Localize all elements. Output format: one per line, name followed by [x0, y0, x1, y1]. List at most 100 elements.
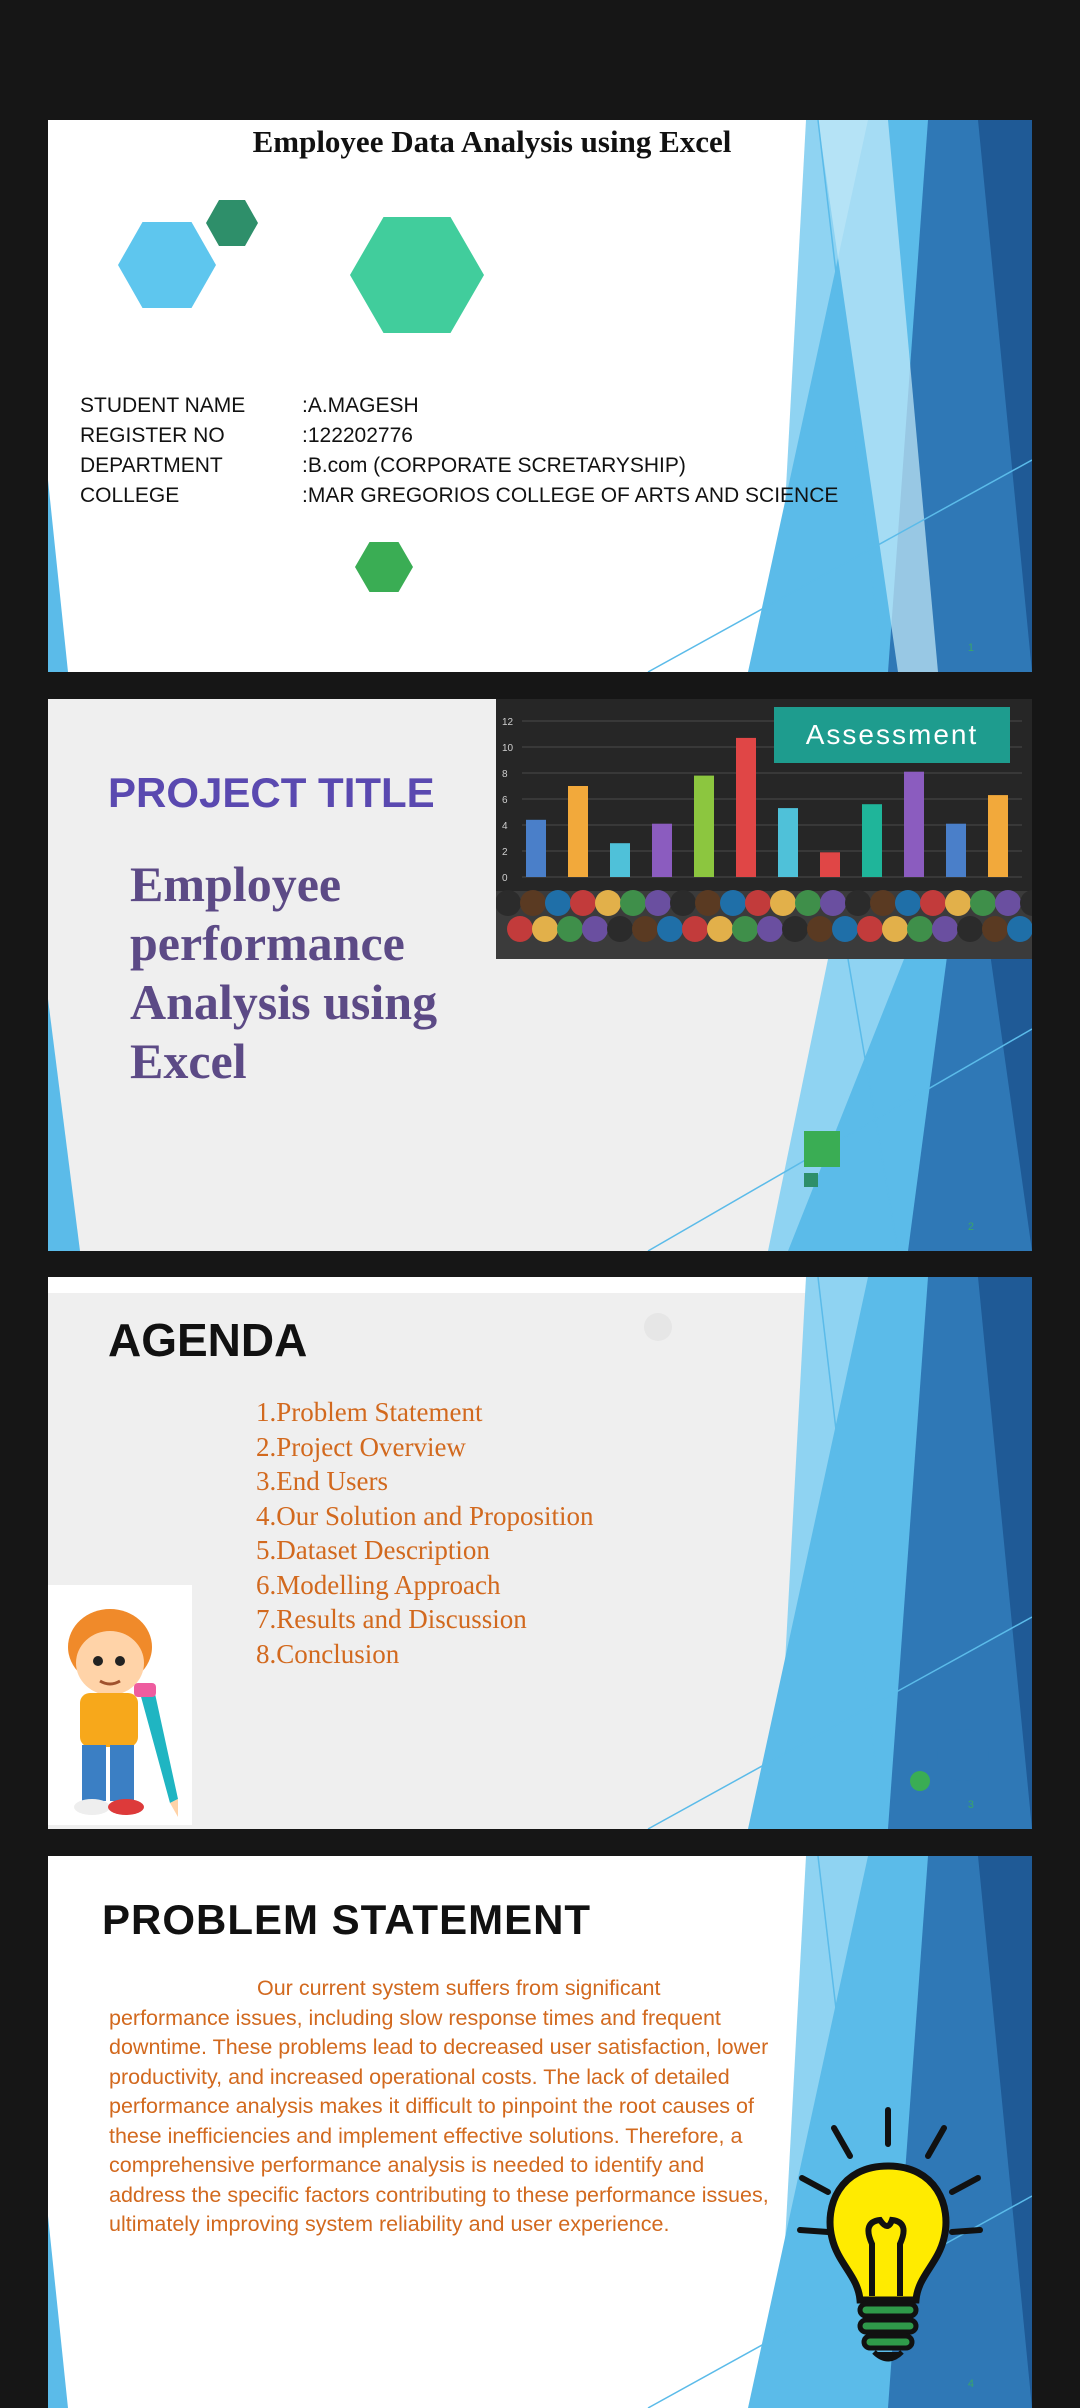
picture-tick-label: 8: [502, 769, 508, 780]
cartoon-boy-with-pencil-image: [48, 1585, 192, 1825]
audience-head: [907, 916, 933, 942]
info-row: STUDENT NAME :A.MAGESH: [80, 391, 838, 421]
info-value: :B.com (CORPORATE SCRETARYSHIP): [302, 454, 686, 477]
audience-head: [520, 890, 546, 916]
audience-head: [595, 890, 621, 916]
picture-bar: [694, 775, 714, 877]
audience-head: [932, 916, 958, 942]
info-label: DEPARTMENT: [80, 454, 223, 477]
audience-head: [532, 916, 558, 942]
picture-bar: [820, 852, 840, 877]
info-label: REGISTER NO: [80, 424, 225, 447]
picture-bar: [652, 823, 672, 877]
info-label: COLLEGE: [80, 484, 180, 507]
audience-head: [607, 916, 633, 942]
picture-bar: [568, 786, 588, 877]
audience-head: [757, 916, 783, 942]
audience-head: [957, 916, 983, 942]
section-heading: PROJECT TITLE: [108, 769, 435, 816]
slide-title: Employee Data Analysis using Excel: [252, 124, 732, 159]
slide-number: 3: [967, 1799, 974, 1811]
lightbulb-icon: [788, 2104, 1018, 2404]
audience-head: [982, 916, 1008, 942]
audience-head: [620, 890, 646, 916]
audience-head: [732, 916, 758, 942]
audience-head: [545, 890, 571, 916]
audience-head: [995, 890, 1021, 916]
agenda-item: 8.Conclusion: [256, 1638, 400, 1669]
picture-bar: [862, 804, 882, 877]
picture-bar: [736, 737, 756, 877]
agenda-item: 3.End Users: [256, 1466, 388, 1496]
project-title: Employee performance Analysis using Exce…: [130, 856, 438, 1089]
slide-number: 2: [967, 1221, 974, 1233]
audience-head: [707, 916, 733, 942]
info-row: REGISTER NO :122202776: [80, 421, 838, 451]
audience-head: [695, 890, 721, 916]
audience-crowd: [496, 890, 1032, 959]
audience-head: [507, 916, 533, 942]
audience-head: [682, 916, 708, 942]
picture-tick-label: 2: [502, 847, 508, 858]
problem-heading: PROBLEM STATEMENT: [102, 1896, 592, 1943]
picture-tick-label: 12: [502, 717, 514, 728]
picture-bar: [526, 819, 546, 877]
assessment-badge: Assessment: [774, 707, 1010, 763]
audience-head: [807, 916, 833, 942]
info-value: :122202776: [302, 424, 413, 447]
slide-3: AGENDA 1.Problem Statement 2.Project Ove…: [48, 1277, 1032, 1829]
audience-head: [845, 890, 871, 916]
info-label: STUDENT NAME: [80, 394, 246, 417]
picture-tick-label: 10: [502, 743, 514, 754]
audience-head: [632, 916, 658, 942]
audience-head: [657, 916, 683, 942]
audience-head: [570, 890, 596, 916]
picture-bar: [610, 843, 630, 877]
audience-head: [857, 916, 883, 942]
picture-bar: [904, 771, 924, 877]
agenda-item: 1.Problem Statement: [256, 1397, 483, 1427]
audience-head: [945, 890, 971, 916]
student-info: STUDENT NAME :A.MAGESH REGISTER NO :122202…: [80, 391, 838, 511]
audience-head: [820, 890, 846, 916]
audience-head: [882, 916, 908, 942]
picture-tick-label: 0: [502, 873, 508, 884]
agenda-item: 4.Our Solution and Proposition: [256, 1500, 594, 1531]
agenda-list: 1.Problem Statement 2.Project Overview 3…: [256, 1395, 594, 1671]
picture-tick-label: 4: [502, 821, 508, 832]
picture-bar: [988, 795, 1008, 877]
agenda-item: 6.Modelling Approach: [256, 1569, 501, 1600]
assessment-image: 12 10 8 6 4 2 0 Assessment: [496, 699, 1032, 959]
audience-head: [895, 890, 921, 916]
audience-head: [557, 916, 583, 942]
info-row: COLLEGE :MAR GREGORIOS COLLEGE OF ARTS AN…: [80, 481, 838, 511]
slide-2: PROJECT TITLE Employee performance Analy…: [48, 699, 1032, 1251]
audience-head: [745, 890, 771, 916]
audience-head: [782, 916, 808, 942]
audience-head: [582, 916, 608, 942]
picture-bar: [778, 808, 798, 877]
agenda-item: 2.Project Overview: [256, 1431, 466, 1462]
audience-head: [645, 890, 671, 916]
audience-head: [970, 890, 996, 916]
problem-paragraph: Our current system suffers from signific…: [109, 1976, 769, 2236]
audience-head: [795, 890, 821, 916]
audience-head: [920, 890, 946, 916]
slide-4: PROBLEM STATEMENT Our current system suf…: [48, 1856, 1032, 2408]
info-row: DEPARTMENT :B.com (CORPORATE SCRETARYSHIP…: [80, 451, 838, 481]
audience-head: [1007, 916, 1032, 942]
picture-tick-label: 6: [502, 795, 508, 806]
picture-bar: [946, 823, 966, 877]
slide-number: 4: [967, 2378, 974, 2390]
agenda-item: 7.Results and Discussion: [256, 1604, 527, 1634]
agenda-heading: AGENDA: [108, 1314, 308, 1366]
audience-head: [770, 890, 796, 916]
audience-head: [832, 916, 858, 942]
audience-head: [870, 890, 896, 916]
slide-1: Employee Data Analysis using Excel STUDE…: [48, 120, 1032, 672]
audience-head: [720, 890, 746, 916]
info-value: :A.MAGESH: [302, 394, 419, 417]
agenda-item: 5.Dataset Description: [256, 1535, 490, 1565]
slide-number: 1: [967, 642, 974, 654]
info-value: :MAR GREGORIOS COLLEGE OF ARTS AND SCIEN…: [302, 484, 839, 507]
